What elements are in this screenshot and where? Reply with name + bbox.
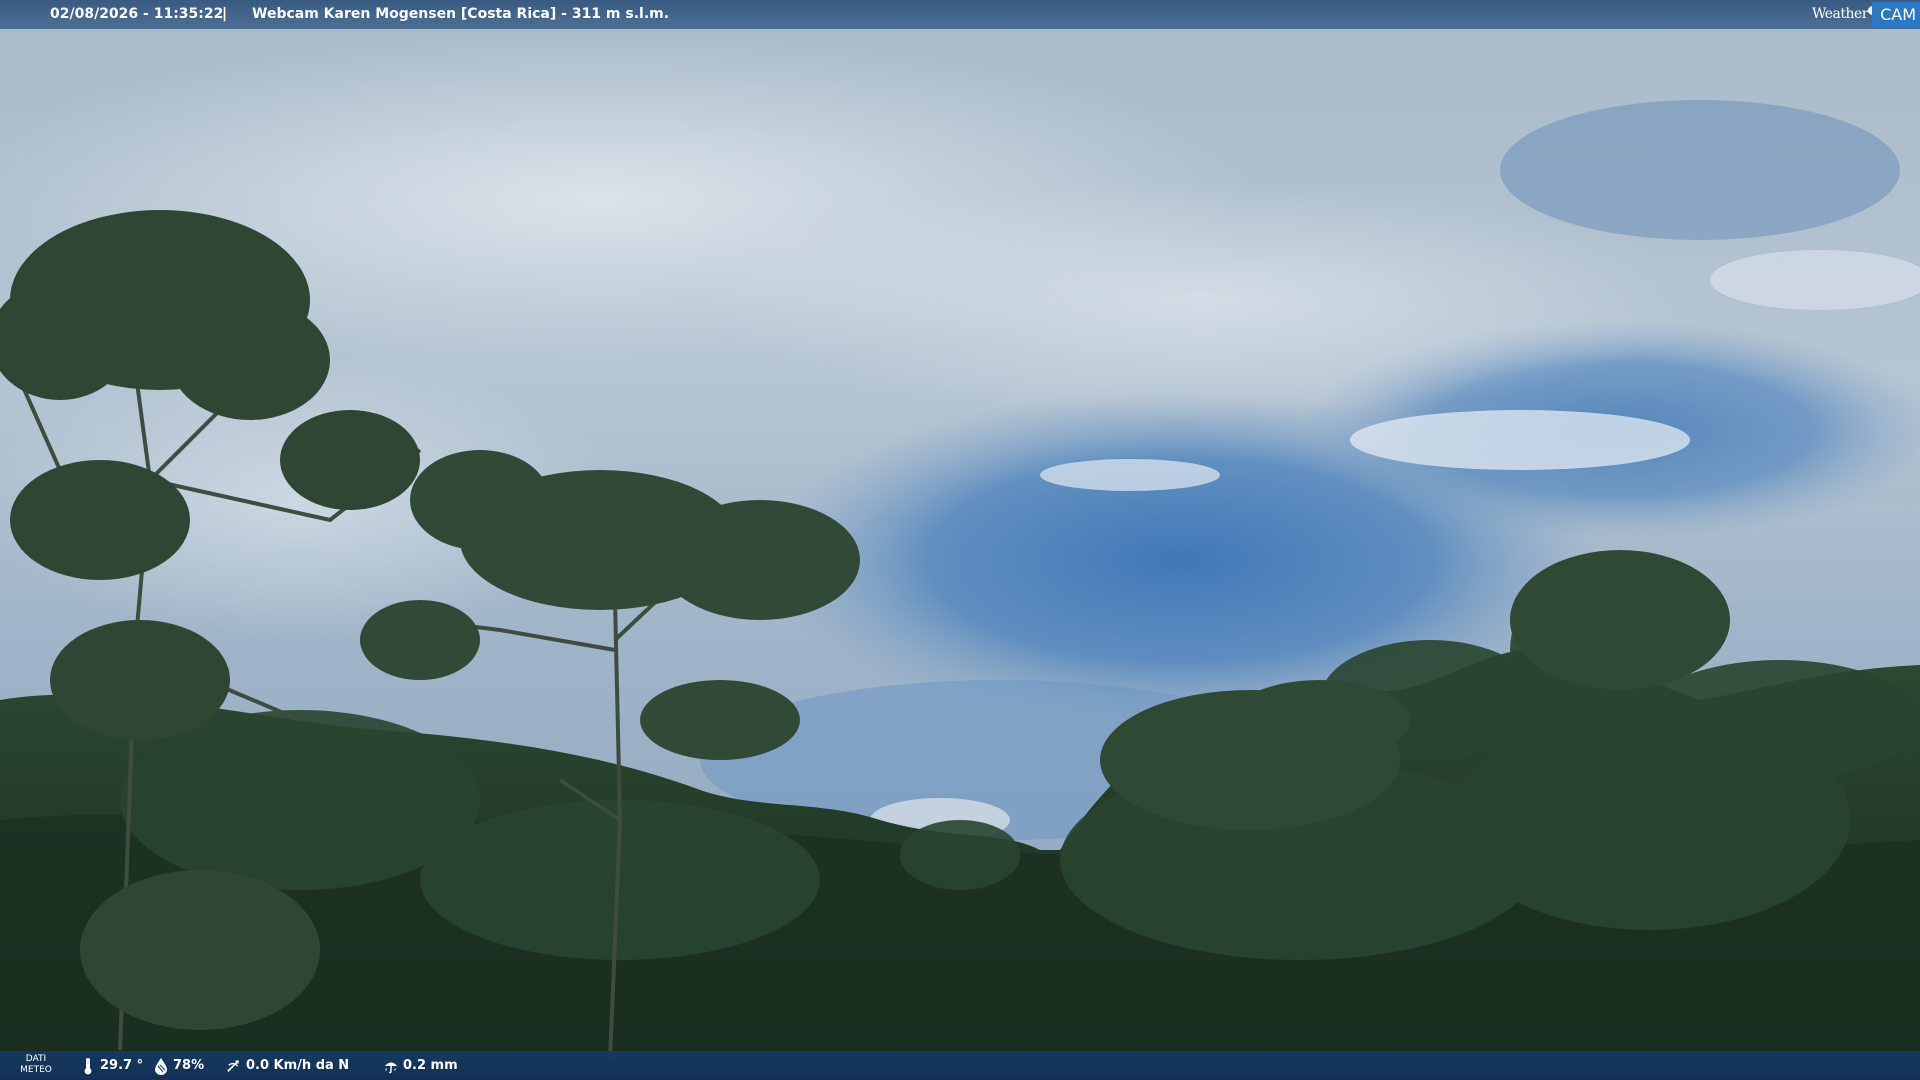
wind-stat: 0.0 Km/h da N bbox=[226, 1051, 349, 1080]
dati-meteo-label[interactable]: DATI METEO bbox=[20, 1054, 52, 1076]
logo-word-weather: Weather bbox=[1812, 6, 1869, 22]
wind-icon bbox=[227, 1059, 240, 1072]
weather-data-bar: DATI METEO 29.7 ° 78% 0.0 Km/h da N 0.2 … bbox=[0, 1051, 1920, 1080]
wind-value: 0.0 Km/h da N bbox=[246, 1058, 350, 1073]
thermometer-icon bbox=[84, 1057, 92, 1074]
dati-line1: DATI bbox=[25, 1054, 47, 1064]
humidity-drop-icon bbox=[155, 1057, 167, 1075]
temperature-value: 29.7 ° bbox=[100, 1058, 144, 1073]
top-info-bar: 02/08/2026 - 11:35:22 | Webcam Karen Mog… bbox=[0, 0, 1920, 29]
webcam-title: Webcam Karen Mogensen [Costa Rica] - 311… bbox=[252, 6, 670, 22]
webcam-image bbox=[0, 0, 1920, 1080]
humidity-stat: 78% bbox=[153, 1051, 204, 1080]
rain-stat: 0.2 mm bbox=[383, 1051, 458, 1080]
logo-word-cam: CAM bbox=[1872, 2, 1920, 27]
separator: | bbox=[222, 6, 228, 22]
rain-value: 0.2 mm bbox=[403, 1058, 458, 1073]
humidity-value: 78% bbox=[173, 1058, 205, 1073]
temperature-stat: 29.7 ° bbox=[80, 1051, 143, 1080]
dati-line2: METEO bbox=[20, 1065, 52, 1075]
datetime-label: 02/08/2026 - 11:35:22 bbox=[50, 6, 224, 22]
rain-umbrella-icon bbox=[384, 1061, 398, 1073]
